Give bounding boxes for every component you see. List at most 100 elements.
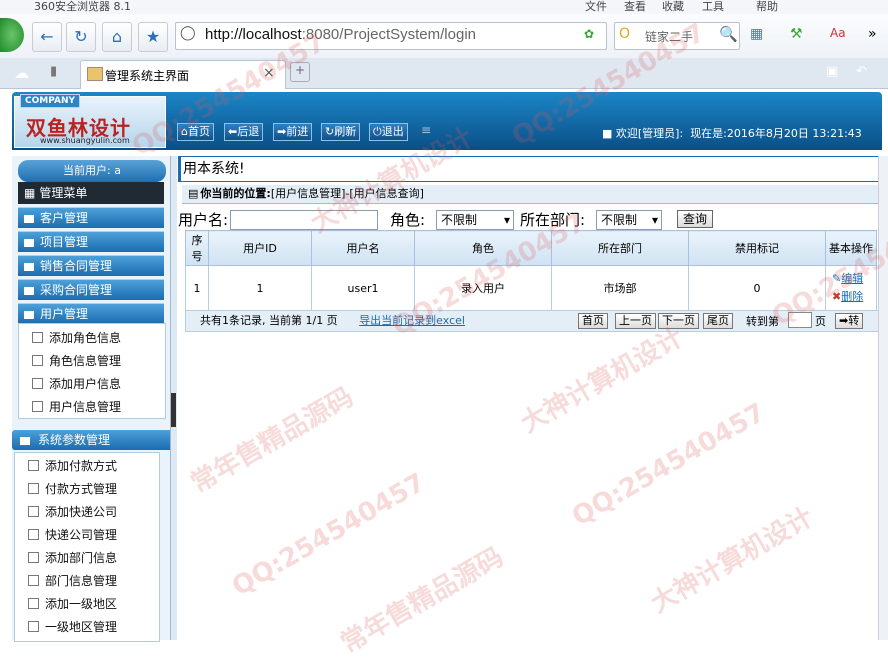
menu-title-label: 管理菜单 [39, 186, 88, 200]
page-unit-label: 页 [815, 315, 826, 328]
nav-back-button[interactable]: ⬅后退 [224, 123, 264, 141]
url-text: http://localhost:8080/ProjectSystem/logi… [205, 26, 476, 43]
nav-logout-label: 退出 [381, 125, 404, 138]
browser-titlebar: 360安全浏览器 8.1 文件 查看 收藏 工具 帮助 [0, 0, 888, 15]
scrollbar[interactable] [878, 156, 888, 640]
query-button[interactable]: 查询 [677, 210, 713, 228]
sidebar-item-add-dept[interactable]: 添加部门信息 [28, 549, 117, 566]
tab-menu-icon[interactable]: ▣ [826, 64, 838, 79]
back-icon[interactable]: ← [32, 22, 62, 52]
security-icon[interactable]: ⚒ [790, 26, 803, 42]
search-icon[interactable]: 🔍 [719, 25, 738, 43]
browser-logo-icon [0, 18, 24, 52]
role-select[interactable]: 不限制 ▾ [436, 210, 514, 230]
goto-page-input[interactable] [788, 312, 812, 328]
record-summary: 共有1条记录, 当前第 1/1 页 [200, 314, 338, 327]
delete-link[interactable]: ✖删除 [832, 288, 875, 306]
table-row: 1 1 user1 录入用户 市场部 0 ✎编辑 ✖删除 [185, 265, 877, 311]
col-role: 角色 [414, 230, 552, 266]
filter-username-label: 用户名: [178, 211, 229, 229]
cloud-icon[interactable]: ☁ [14, 64, 29, 82]
sidebar-group-customer[interactable]: 客户管理 [18, 207, 164, 228]
menu-view[interactable]: 查看 [624, 0, 646, 14]
next-page-button[interactable]: 下一页 [658, 313, 699, 329]
filter-dept-label: 所在部门: [520, 211, 586, 229]
sidebar-item-add-role[interactable]: 添加角色信息 [32, 329, 121, 346]
dept-select[interactable]: 不限制 ▾ [596, 210, 662, 230]
arrow-right-icon: ➡ [277, 125, 287, 138]
sidebar-item-add-region[interactable]: 添加一级地区 [28, 595, 117, 612]
edit-link[interactable]: ✎编辑 [832, 270, 875, 288]
watermark: 大神计算机设计 [515, 322, 689, 440]
go-button[interactable]: ➡转 [835, 313, 864, 329]
table-header-row: 序号 用户ID 用户名 角色 所在部门 禁用标记 基本操作 [185, 230, 877, 266]
col-index: 序号 [185, 230, 209, 266]
translate-icon[interactable]: Aa [830, 26, 846, 40]
sidebar-group-purchase-contract[interactable]: 采购合同管理 [18, 279, 164, 300]
search-input[interactable]: O 链家二手 🔍 [614, 22, 740, 50]
more-icon[interactable]: » [868, 26, 877, 42]
delete-label: 删除 [841, 290, 864, 303]
sidebar-group-user[interactable]: 用户管理 [18, 303, 164, 324]
sidebar-item-add-courier[interactable]: 添加快递公司 [28, 503, 117, 520]
sidebar-toggle-icon[interactable]: ▮ [50, 64, 57, 79]
company-tag: COMPANY [20, 94, 80, 108]
menu-file[interactable]: 文件 [585, 0, 607, 14]
sidebar-item-role-manage[interactable]: 角色信息管理 [32, 352, 121, 369]
last-page-button[interactable]: 尾页 [703, 313, 733, 329]
cell-dept: 市场部 [551, 265, 689, 311]
watermark: QQ:254540457 [567, 397, 771, 533]
sidebar-group-sales-contract[interactable]: 销售合同管理 [18, 255, 164, 276]
go-label: 转 [848, 314, 860, 327]
reload-icon[interactable]: ↻ [66, 22, 96, 52]
col-actions: 基本操作 [825, 230, 877, 266]
col-username: 用户名 [311, 230, 415, 266]
prev-page-button[interactable]: 上一页 [615, 313, 656, 329]
nav-home-button[interactable]: ⌂首页 [177, 123, 214, 141]
sidebar-item-courier-manage[interactable]: 快递公司管理 [28, 526, 117, 543]
role-select-value: 不限制 [441, 213, 478, 227]
collapse-handle[interactable] [171, 393, 176, 427]
nav-forward-button[interactable]: ➡前进 [273, 123, 313, 141]
close-tab-icon[interactable]: × [263, 65, 275, 81]
first-page-button[interactable]: 首页 [578, 313, 608, 329]
url-host: http://localhost [205, 26, 302, 43]
compat-mode-icon[interactable]: ✿ [584, 27, 594, 41]
sidebar-item-add-user[interactable]: 添加用户信息 [32, 375, 121, 392]
apps-icon[interactable]: ▦ [750, 26, 763, 42]
sidebar-item-region-manage[interactable]: 一级地区管理 [28, 618, 117, 635]
security-shield-icon[interactable]: ◯ [180, 25, 196, 41]
new-tab-icon[interactable]: + [290, 62, 310, 82]
menu-help[interactable]: 帮助 [756, 0, 778, 14]
sidebar-item-user-manage[interactable]: 用户信息管理 [32, 398, 121, 415]
sidebar-item-dept-manage[interactable]: 部门信息管理 [28, 572, 117, 589]
username-input[interactable] [230, 210, 378, 230]
nav-back-label: 后退 [237, 125, 260, 138]
browser-title: 360安全浏览器 8.1 [34, 0, 131, 13]
nav-refresh-button[interactable]: ↻刷新 [321, 123, 361, 141]
export-excel-link[interactable]: 导出当前记录到excel [359, 314, 465, 327]
home-icon[interactable]: ⌂ [102, 22, 132, 52]
menu-tools[interactable]: 工具 [702, 0, 724, 14]
home-icon: ⌂ [181, 125, 188, 138]
nav-logout-button[interactable]: ⏻退出 [369, 123, 408, 141]
dropdown-icon: ▾ [651, 213, 658, 227]
menu-favorites[interactable]: 收藏 [662, 0, 684, 14]
tab-favicon-icon [87, 67, 103, 81]
star-icon[interactable]: ★ [138, 22, 168, 52]
watermark: 大神计算机设计 [645, 502, 819, 620]
undo-tab-icon[interactable]: ↶ [856, 64, 867, 79]
book-icon: ▤ [188, 187, 199, 200]
now-label: 现在是: [690, 127, 727, 140]
col-disabled: 禁用标记 [688, 230, 826, 266]
nav-forward-label: 前进 [286, 125, 309, 138]
sidebar-group-project[interactable]: 项目管理 [18, 231, 164, 252]
sidebar-item-add-payment[interactable]: 添加付款方式 [28, 457, 117, 474]
goto-label: 转到第 [746, 315, 779, 328]
search-engine-icon[interactable]: O [619, 26, 630, 42]
sidebar-group-system[interactable]: 系统参数管理 [12, 430, 174, 450]
user-table: 序号 用户ID 用户名 角色 所在部门 禁用标记 基本操作 1 1 user1 … [185, 230, 877, 311]
dept-select-value: 不限制 [601, 213, 638, 227]
tab-main[interactable]: 管理系统主界面 × [80, 60, 286, 89]
sidebar-item-payment-manage[interactable]: 付款方式管理 [28, 480, 117, 497]
